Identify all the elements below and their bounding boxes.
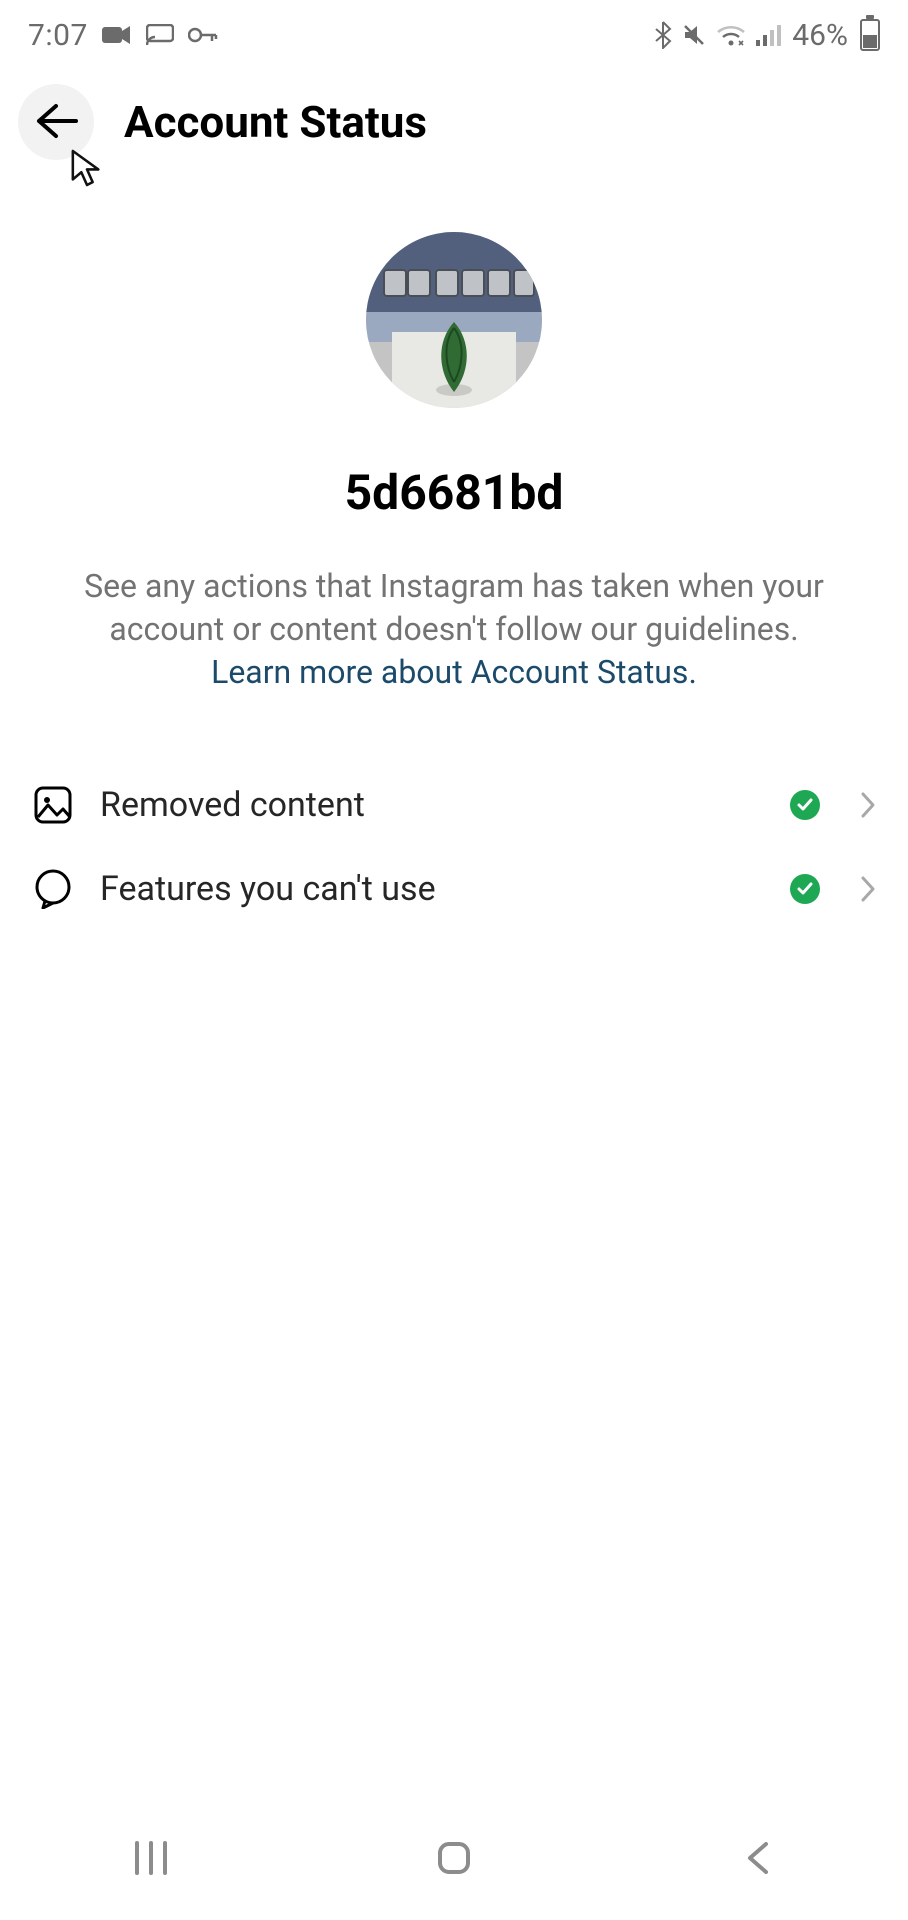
list-item-label: Features you can't use — [100, 869, 764, 909]
avatar-image — [366, 232, 542, 408]
avatar — [366, 232, 542, 408]
cast-icon — [146, 24, 174, 46]
mute-icon — [682, 23, 706, 47]
chevron-right-icon — [860, 875, 876, 903]
learn-more-link[interactable]: Learn more about Account Status. — [211, 653, 697, 691]
check-badge-icon — [790, 790, 820, 820]
signal-icon — [756, 24, 782, 46]
profile-section: 5d6681bd See any actions that Instagram … — [0, 186, 908, 695]
description-text: See any actions that Instagram has taken… — [84, 567, 824, 648]
chevron-right-icon — [860, 791, 876, 819]
status-time: 7:07 — [28, 18, 88, 53]
status-bar-left: 7:07 — [28, 18, 218, 53]
home-icon — [435, 1839, 473, 1881]
nav-home-button[interactable] — [384, 1800, 524, 1920]
status-list: Removed content Features you can't use — [0, 763, 908, 931]
nav-back-icon — [744, 1840, 770, 1880]
page-title: Account Status — [124, 96, 427, 148]
battery-percent: 46% — [792, 18, 848, 53]
image-icon — [32, 785, 74, 825]
account-status-description: See any actions that Instagram has taken… — [82, 565, 827, 695]
list-item-features-you-cant-use[interactable]: Features you can't use — [32, 847, 876, 931]
list-item-label: Removed content — [100, 785, 764, 825]
android-nav-bar — [0, 1800, 908, 1920]
arrow-left-icon — [34, 103, 78, 142]
back-button[interactable] — [18, 84, 94, 160]
wifi-icon — [716, 24, 746, 46]
list-item-removed-content[interactable]: Removed content — [32, 763, 876, 847]
key-icon — [188, 27, 218, 43]
nav-back-button[interactable] — [687, 1800, 827, 1920]
status-bar: 7:07 46% — [0, 0, 908, 70]
battery-icon — [860, 19, 880, 51]
comment-icon — [32, 869, 74, 909]
bluetooth-icon — [654, 21, 672, 49]
check-badge-icon — [790, 874, 820, 904]
video-camera-icon — [102, 25, 132, 45]
recent-apps-icon — [132, 1841, 170, 1879]
username: 5d6681bd — [0, 464, 908, 521]
page-header: Account Status — [0, 70, 908, 186]
nav-recent-button[interactable] — [81, 1800, 221, 1920]
status-bar-right: 46% — [654, 18, 880, 53]
